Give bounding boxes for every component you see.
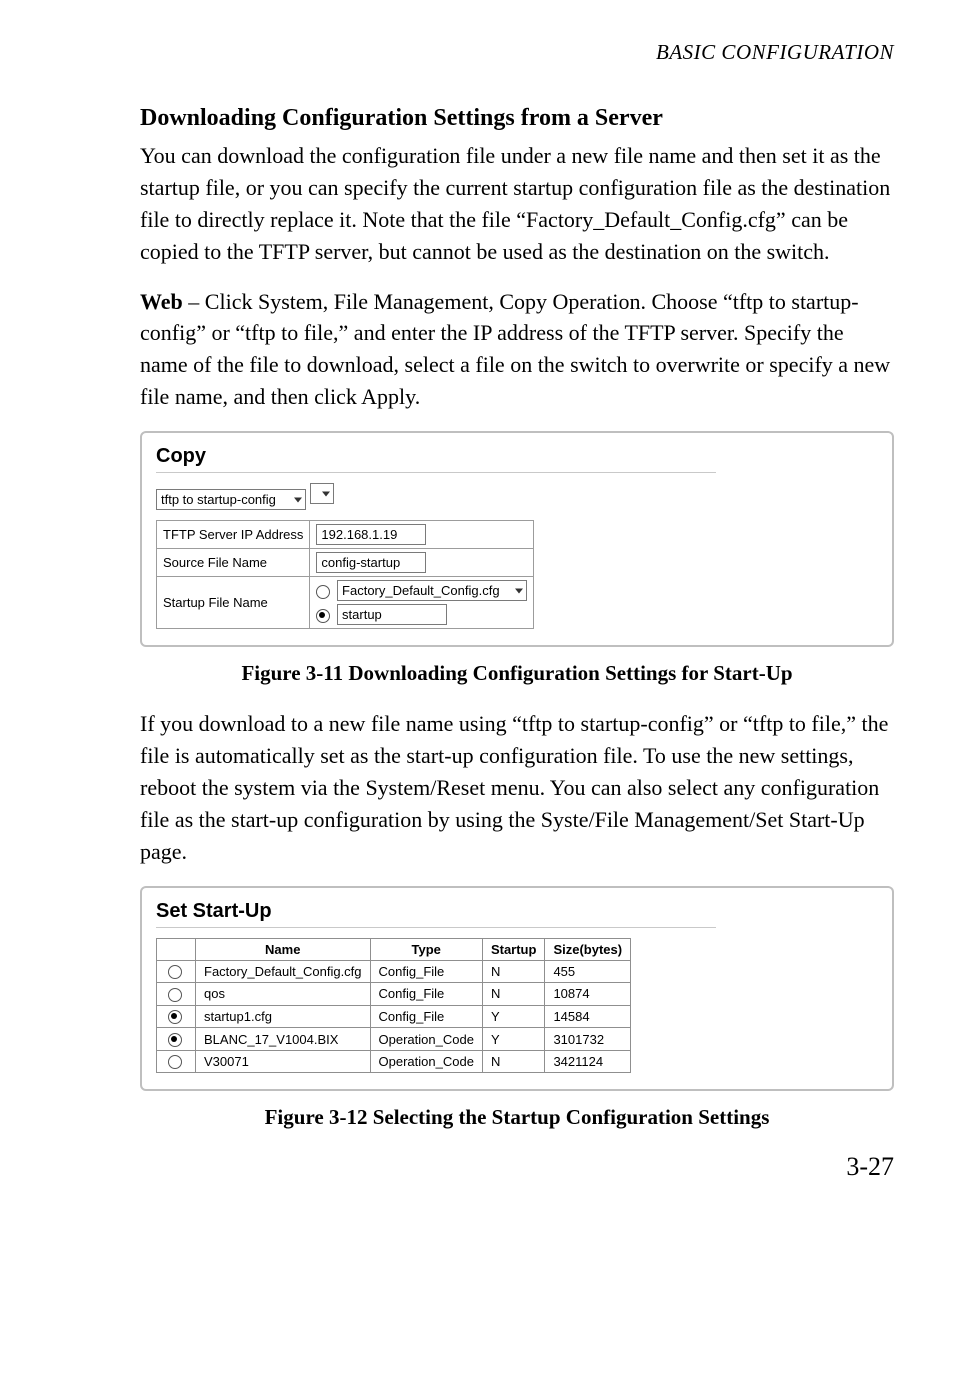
col-name: Name: [196, 938, 371, 960]
table-row: V30071 Operation_Code N 3421124: [157, 1050, 631, 1073]
figure-3-12-caption: Figure 3-12 Selecting the Startup Config…: [140, 1105, 894, 1130]
row-startup-file: Startup File Name Factory_Default_Config…: [157, 577, 534, 629]
table-row: qos Config_File N 10874: [157, 983, 631, 1006]
col-type: Type: [370, 938, 482, 960]
row-radio[interactable]: [168, 988, 182, 1002]
web-text: – Click System, File Management, Copy Op…: [140, 289, 890, 410]
set-startup-heading: Set Start-Up: [156, 900, 878, 923]
cell-type: Operation_Code: [370, 1050, 482, 1073]
divider: [156, 927, 716, 928]
row-radio[interactable]: [168, 1033, 182, 1047]
web-label: Web: [140, 289, 183, 314]
cell-startup: Y: [482, 1005, 545, 1028]
table-row: startup1.cfg Config_File Y 14584: [157, 1005, 631, 1028]
paragraph-after-fig1: If you download to a new file name using…: [140, 708, 894, 867]
copy-mode-dropdown[interactable]: tftp to startup-config: [156, 489, 306, 510]
cell-name: BLANC_17_V1004.BIX: [196, 1028, 371, 1051]
cell-name: startup1.cfg: [196, 1005, 371, 1028]
label-startup-file: Startup File Name: [157, 577, 310, 629]
cell-name: V30071: [196, 1050, 371, 1073]
running-head: BASIC CONFIGURATION: [140, 40, 894, 65]
cell-size: 455: [545, 960, 631, 983]
cell-name: qos: [196, 983, 371, 1006]
input-startup-name[interactable]: [337, 604, 447, 625]
cell-size: 14584: [545, 1005, 631, 1028]
label-source-file: Source File Name: [157, 549, 310, 577]
figure-set-startup-panel: Set Start-Up Name Type Startup Size(byte…: [140, 886, 894, 1092]
cell-size: 10874: [545, 983, 631, 1006]
row-tftp-ip: TFTP Server IP Address: [157, 521, 534, 549]
input-source-file[interactable]: [316, 552, 426, 573]
cell-type: Config_File: [370, 1005, 482, 1028]
paragraph-web: Web – Click System, File Management, Cop…: [140, 286, 894, 414]
figure-copy-panel: Copy tftp to startup-config TFTP Server …: [140, 431, 894, 647]
table-header-row: Name Type Startup Size(bytes): [157, 938, 631, 960]
copy-fields-table: TFTP Server IP Address Source File Name …: [156, 520, 534, 629]
dropdown-factory-default[interactable]: Factory_Default_Config.cfg: [337, 580, 527, 601]
input-tftp-ip[interactable]: [316, 524, 426, 545]
set-startup-table: Name Type Startup Size(bytes) Factory_De…: [156, 938, 631, 1074]
cell-type: Operation_Code: [370, 1028, 482, 1051]
paragraph-intro: You can download the configuration file …: [140, 140, 894, 268]
row-radio[interactable]: [168, 1010, 182, 1024]
table-row: Factory_Default_Config.cfg Config_File N…: [157, 960, 631, 983]
table-row: BLANC_17_V1004.BIX Operation_Code Y 3101…: [157, 1028, 631, 1051]
col-startup: Startup: [482, 938, 545, 960]
cell-startup: N: [482, 983, 545, 1006]
label-tftp-ip: TFTP Server IP Address: [157, 521, 310, 549]
cell-startup: N: [482, 1050, 545, 1073]
col-size: Size(bytes): [545, 938, 631, 960]
row-radio[interactable]: [168, 965, 182, 979]
col-radio: [157, 938, 196, 960]
radio-custom-name[interactable]: [316, 609, 330, 623]
cell-startup: Y: [482, 1028, 545, 1051]
copy-mode-dropdown-secondary[interactable]: [310, 483, 334, 504]
cell-startup: N: [482, 960, 545, 983]
cell-type: Config_File: [370, 983, 482, 1006]
cell-size: 3421124: [545, 1050, 631, 1073]
section-title: Downloading Configuration Settings from …: [140, 105, 894, 132]
cell-size: 3101732: [545, 1028, 631, 1051]
copy-heading: Copy: [156, 445, 878, 468]
row-radio[interactable]: [168, 1055, 182, 1069]
cell-type: Config_File: [370, 960, 482, 983]
page-number: 3-27: [140, 1152, 894, 1182]
divider: [156, 472, 716, 473]
radio-factory-default[interactable]: [316, 585, 330, 599]
cell-name: Factory_Default_Config.cfg: [196, 960, 371, 983]
row-source-file: Source File Name: [157, 549, 534, 577]
figure-3-11-caption: Figure 3-11 Downloading Configuration Se…: [140, 661, 894, 686]
